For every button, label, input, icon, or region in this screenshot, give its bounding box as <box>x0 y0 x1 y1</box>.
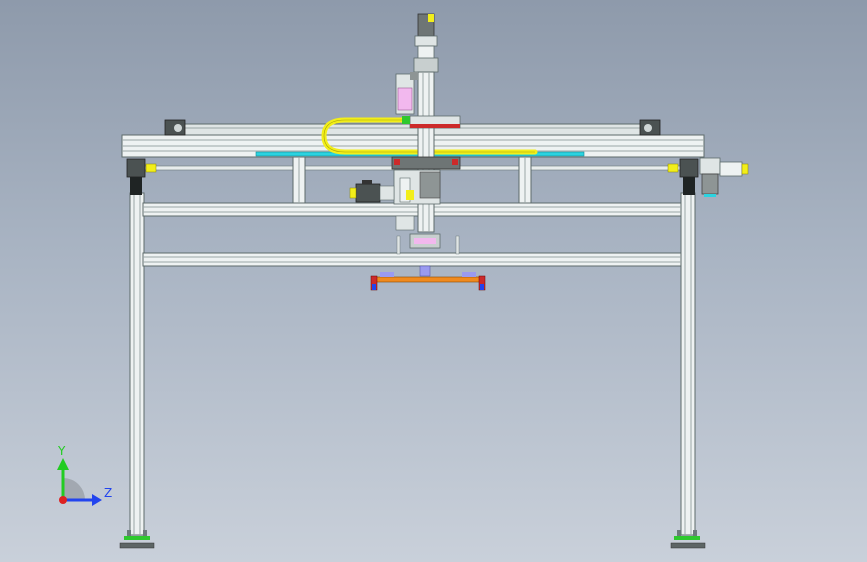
y-axis-label: Y <box>57 444 66 458</box>
z-arrowhead <box>92 494 102 506</box>
axis-triad: Y Z <box>57 444 112 506</box>
right-leg[interactable] <box>680 192 696 536</box>
left-support-post <box>292 156 306 204</box>
lower-cross-beam[interactable] <box>142 252 682 267</box>
right-support-post <box>518 156 532 204</box>
y-arrowhead <box>57 458 69 470</box>
side-servo-motor[interactable] <box>349 180 395 203</box>
y-carriage[interactable] <box>393 169 441 205</box>
right-end-bracket <box>667 158 699 195</box>
gantry-assembly-drawing: Y Z <box>57 13 749 549</box>
upper-cross-beam[interactable] <box>142 202 682 217</box>
triad-quadrant <box>63 478 85 500</box>
cad-viewport[interactable]: Y Z <box>0 0 867 562</box>
right-drive-motor[interactable] <box>699 157 749 197</box>
left-end-bracket <box>126 158 157 195</box>
x-axis-origin <box>59 496 67 504</box>
z-axis-label: Z <box>104 486 112 500</box>
left-leg[interactable] <box>129 192 145 536</box>
